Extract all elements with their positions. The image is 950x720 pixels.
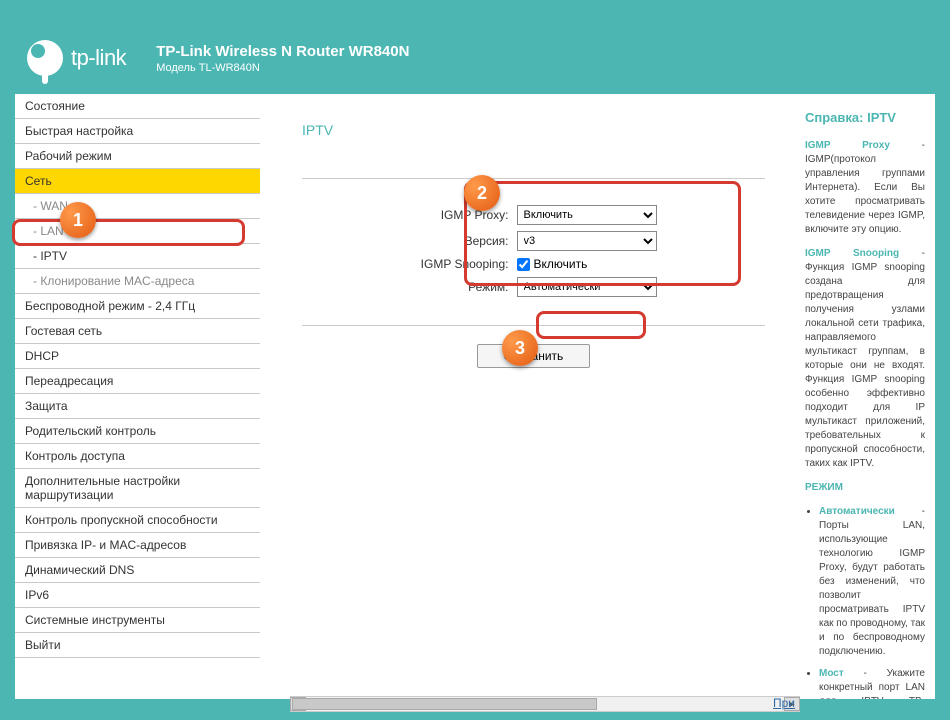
iptv-form: IGMP Proxy: Включить Версия: v3 IGMP Sno…	[302, 178, 765, 326]
tplink-logo-icon	[27, 40, 63, 76]
brand-text: tp-link	[71, 45, 126, 71]
nav-mac-clone[interactable]: - Клонирование MAC-адреса	[15, 269, 260, 294]
nav-dhcp[interactable]: DHCP	[15, 344, 260, 369]
scroll-thumb[interactable]	[292, 698, 597, 710]
mode-label: Режим:	[389, 280, 509, 294]
version-select[interactable]: v3	[517, 231, 657, 251]
nav-logout[interactable]: Выйти	[15, 633, 260, 658]
igmp-snooping-label: IGMP Snooping:	[389, 257, 509, 271]
nav-ip-mac-binding[interactable]: Привязка IP- и MAC-адресов	[15, 533, 260, 558]
igmp-snooping-checkbox[interactable]	[517, 258, 530, 271]
horizontal-scrollbar[interactable]: ◄ ►	[290, 696, 800, 712]
nav-status[interactable]: Состояние	[15, 94, 260, 119]
help-title: Справка: IPTV	[805, 110, 925, 125]
nav-forwarding[interactable]: Переадресация	[15, 369, 260, 394]
main-panel: IPTV IGMP Proxy: Включить Версия: v3 IGM…	[260, 94, 795, 699]
help-igmp-proxy: IGMP Proxy - IGMP(протокол управления гр…	[805, 139, 925, 237]
save-button[interactable]: Сохранить	[477, 344, 591, 368]
nav-network[interactable]: Сеть	[15, 169, 260, 194]
router-model: Модель TL-WR840N	[156, 62, 409, 74]
nav-quick-setup[interactable]: Быстрая настройка	[15, 119, 260, 144]
footer-link[interactable]: При	[773, 696, 795, 710]
nav-access-control[interactable]: Контроль доступа	[15, 444, 260, 469]
nav-wireless[interactable]: Беспроводной режим - 2,4 ГГц	[15, 294, 260, 319]
nav-iptv[interactable]: - IPTV	[15, 244, 260, 269]
nav-operation-mode[interactable]: Рабочий режим	[15, 144, 260, 169]
nav-ipv6[interactable]: IPv6	[15, 583, 260, 608]
nav-routing[interactable]: Дополнительные настройки маршрутизации	[15, 469, 260, 508]
nav-parental[interactable]: Родительский контроль	[15, 419, 260, 444]
help-mode-auto: Автоматически - Порты LAN, использующие …	[819, 505, 925, 659]
nav-bandwidth[interactable]: Контроль пропускной способности	[15, 508, 260, 533]
nav-lan[interactable]: - LAN	[15, 219, 260, 244]
sidebar-nav: Состояние Быстрая настройка Рабочий режи…	[15, 94, 260, 699]
nav-wan[interactable]: - WAN	[15, 194, 260, 219]
header: tp-link TP-Link Wireless N Router WR840N…	[15, 40, 935, 94]
nav-ddns[interactable]: Динамический DNS	[15, 558, 260, 583]
igmp-snooping-cb-label: Включить	[534, 257, 588, 271]
nav-system-tools[interactable]: Системные инструменты	[15, 608, 260, 633]
version-label: Версия:	[389, 234, 509, 248]
help-panel: Справка: IPTV IGMP Proxy - IGMP(протокол…	[795, 94, 935, 699]
page-title: IPTV	[302, 122, 765, 138]
router-title: TP-Link Wireless N Router WR840N	[156, 43, 409, 60]
brand-logo: tp-link	[27, 40, 126, 76]
help-mode-heading: РЕЖИМ	[805, 481, 925, 495]
nav-security[interactable]: Защита	[15, 394, 260, 419]
nav-guest-network[interactable]: Гостевая сеть	[15, 319, 260, 344]
help-igmp-snooping: IGMP Snooping - Функция IGMP snooping со…	[805, 247, 925, 471]
help-mode-bridge: Мост - Укажите конкретный порт LAN для I…	[819, 667, 925, 699]
igmp-proxy-label: IGMP Proxy:	[389, 208, 509, 222]
igmp-proxy-select[interactable]: Включить	[517, 205, 657, 225]
mode-select[interactable]: Автоматически	[517, 277, 657, 297]
